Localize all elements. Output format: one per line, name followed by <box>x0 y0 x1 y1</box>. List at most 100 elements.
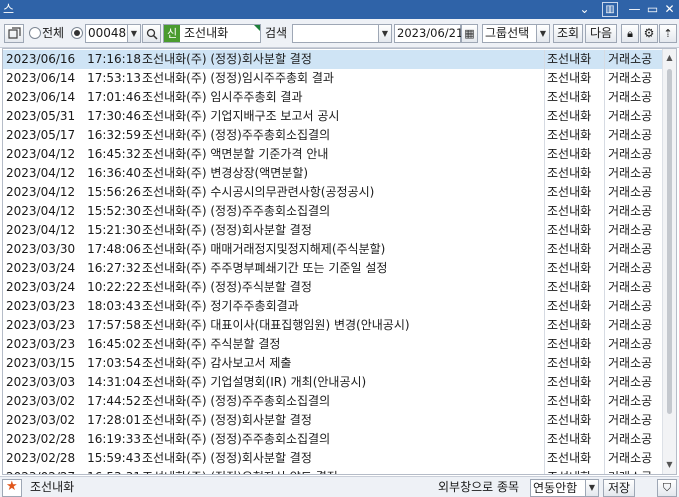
dropdown-icon[interactable]: ⌄ <box>576 1 593 18</box>
link-label: 외부창으로 종목 <box>438 480 520 494</box>
row-market: 거래소공 <box>604 164 664 183</box>
row-time: 17:48:06 <box>87 242 141 256</box>
search-dropdown-icon[interactable]: ▼ <box>378 24 392 43</box>
row-time: 17:44:52 <box>87 394 141 408</box>
list-item[interactable]: 2023/04/12 15:52:30 조선내화(주) (정정)주주총회소집결의 조선… <box>3 202 663 221</box>
calendar-icon[interactable]: ▦ <box>461 24 478 43</box>
row-time: 17:53:13 <box>87 71 141 85</box>
list-item[interactable]: 2023/04/12 15:21:30 조선내화(주) (정정)회사분할 결정 조선내… <box>3 221 663 240</box>
next-button[interactable]: 다음 <box>585 24 617 43</box>
maximize-icon[interactable]: ▭ <box>644 1 661 18</box>
list-item[interactable]: 2023/02/28 16:19:33 조선내화(주) (정정)주주총회소집결의 조선… <box>3 430 663 449</box>
row-title: 조선내화(주) (정정)주식분할 결정 <box>142 280 312 294</box>
row-title: 조선내화(주) 기업설명회(IR) 개최(안내공시) <box>142 375 367 389</box>
scroll-thumb[interactable] <box>667 69 672 414</box>
title-bar: 스 ⌄ ▥ — ▭ ✕ <box>0 0 679 19</box>
row-title: 조선내화(주) 액면분할 기준가격 안내 <box>142 147 329 161</box>
list-item[interactable]: 2023/03/02 17:28:01 조선내화(주) (정정)회사분할 결정 조선내… <box>3 411 663 430</box>
row-stock-name: 조선내화 <box>544 335 604 354</box>
row-date: 2023/05/31 <box>6 109 76 123</box>
radio-all[interactable] <box>29 27 41 39</box>
radio-code[interactable] <box>71 27 83 39</box>
row-date: 2023/03/23 <box>6 337 76 351</box>
row-title: 조선내화(주) 매매거래정지및정지해제(주식분할) <box>142 242 386 256</box>
row-stock-name: 조선내화 <box>544 278 604 297</box>
list-item[interactable]: 2023/03/23 18:03:43 조선내화(주) 정기주주총회결과 조선내화 거래… <box>3 297 663 316</box>
list-item[interactable]: 2023/03/03 14:31:04 조선내화(주) 기업설명회(IR) 개최(안… <box>3 373 663 392</box>
list-item[interactable]: 2023/06/16 17:16:18 조선내화(주) (정정)회사분할 결정 조선내… <box>3 50 663 69</box>
list-item[interactable]: 2023/03/23 16:45:02 조선내화(주) 주식분할 결정 조선내화 거래소… <box>3 335 663 354</box>
row-date: 2023/04/12 <box>6 185 76 199</box>
row-time: 15:56:26 <box>87 185 141 199</box>
row-date: 2023/03/24 <box>6 261 76 275</box>
row-time: 17:30:46 <box>87 109 141 123</box>
link-select[interactable]: 연동안함 <box>530 479 586 497</box>
list-item[interactable]: 2023/03/23 17:57:58 조선내화(주) 대표이사(대표집행임원) 변… <box>3 316 663 335</box>
list-item[interactable]: 2023/05/31 17:30:46 조선내화(주) 기업지배구조 보고서 공시 조… <box>3 107 663 126</box>
row-date: 2023/06/16 <box>6 52 76 66</box>
row-stock-name: 조선내화 <box>544 297 604 316</box>
row-title: 조선내화(주) (정정)주주총회소집결의 <box>142 432 331 446</box>
scroll-up-icon[interactable]: ▲ <box>663 51 676 65</box>
list-item[interactable]: 2023/03/15 17:03:54 조선내화(주) 감사보고서 제출 조선내화 거래… <box>3 354 663 373</box>
list-item[interactable]: 2023/06/14 17:53:13 조선내화(주) (정정)임시주주총회 결과 조… <box>3 69 663 88</box>
row-time: 16:45:02 <box>87 337 141 351</box>
minimize-icon[interactable]: — <box>626 1 643 18</box>
row-title: 조선내화(주) (정정)회사분할 결정 <box>142 223 312 237</box>
stock-name-field[interactable]: 신 조선내화 <box>163 24 261 43</box>
list-item[interactable]: 2023/02/2716:53:31조선내화(주) (정정)유형자산 양도 결정… <box>3 468 663 474</box>
gear-icon[interactable]: ⚙ <box>640 24 658 43</box>
list-item[interactable]: 2023/04/12 15:56:26 조선내화(주) 수시공시의무관련사항(공정공… <box>3 183 663 202</box>
close-icon[interactable]: ✕ <box>661 1 678 18</box>
row-stock-name: 조선내화 <box>544 126 604 145</box>
lock-icon[interactable]: 🔒︎ <box>621 24 639 43</box>
link-icon[interactable] <box>4 24 24 43</box>
row-title: 조선내화(주) (정정)주주총회소집결의 <box>142 204 331 218</box>
disclosure-list: 2023/06/16 17:16:18 조선내화(주) (정정)회사분할 결정 조선내… <box>2 48 677 475</box>
code-dropdown-icon[interactable]: ▼ <box>127 24 141 43</box>
row-time: 14:31:04 <box>87 375 141 389</box>
list-item[interactable]: 2023/05/17 16:32:59 조선내화(주) (정정)주주총회소집결의 조선… <box>3 126 663 145</box>
list-item[interactable]: 2023/04/12 16:45:32 조선내화(주) 액면분할 기준가격 안내 조선… <box>3 145 663 164</box>
row-title: 조선내화(주) 변경상장(액면분할) <box>142 166 309 180</box>
list-item[interactable]: 2023/03/24 16:27:32 조선내화(주) 주주명부폐쇄기간 또는 기준… <box>3 259 663 278</box>
row-market: 거래소공 <box>604 202 664 221</box>
list-item[interactable]: 2023/03/30 17:48:06 조선내화(주) 매매거래정지및정지해제(주식… <box>3 240 663 259</box>
row-time: 15:21:30 <box>87 223 141 237</box>
vertical-scrollbar[interactable]: ▲ ▼ <box>662 49 676 474</box>
row-date: 2023/03/02 <box>6 413 76 427</box>
link-dropdown-icon[interactable]: ▼ <box>585 479 599 497</box>
row-date: 2023/04/12 <box>6 223 76 237</box>
row-date: 2023/06/14 <box>6 71 76 85</box>
row-stock-name: 조선내화 <box>544 449 604 468</box>
row-stock-name: 조선내화 <box>544 88 604 107</box>
scroll-down-icon[interactable]: ▼ <box>663 458 676 472</box>
group-select[interactable]: 그룹선택 <box>482 24 537 43</box>
list-item[interactable]: 2023/06/14 17:01:46 조선내화(주) 임시주주총회 결과 조선내화 거… <box>3 88 663 107</box>
save-button[interactable]: 저장 <box>603 479 635 497</box>
row-title: 조선내화(주) 주주명부폐쇄기간 또는 기준일 설정 <box>142 261 388 275</box>
row-stock-name: 조선내화 <box>544 468 604 474</box>
row-market: 거래소공 <box>604 259 664 278</box>
group-dropdown-icon[interactable]: ▼ <box>536 24 550 43</box>
search-label: 검색 <box>265 26 288 40</box>
search-icon[interactable] <box>142 24 161 43</box>
filter-icon[interactable]: ⛉ <box>657 479 677 497</box>
list-item[interactable]: 2023/03/24 10:22:22 조선내화(주) (정정)주식분할 결정 조선내… <box>3 278 663 297</box>
list-item[interactable]: 2023/02/28 15:59:43 조선내화(주) (정정)회사분할 결정 조선내… <box>3 449 663 468</box>
list-item[interactable]: 2023/04/12 16:36:40 조선내화(주) 변경상장(액면분할) 조선내화… <box>3 164 663 183</box>
query-button[interactable]: 조회 <box>553 24 583 43</box>
menu-icon[interactable]: ▥ <box>602 2 618 17</box>
search-input[interactable] <box>292 24 379 43</box>
row-date: 2023/04/12 <box>6 166 76 180</box>
stock-code-input[interactable]: 000480 <box>85 24 134 43</box>
row-stock-name: 조선내화 <box>544 145 604 164</box>
corner-mark-icon <box>254 25 260 31</box>
row-stock-name: 조선내화 <box>544 164 604 183</box>
date-input[interactable]: 2023/06/21 <box>394 24 463 43</box>
row-stock-name: 조선내화 <box>544 354 604 373</box>
list-item[interactable]: 2023/03/02 17:44:52 조선내화(주) (정정)주주총회소집결의 조선… <box>3 392 663 411</box>
new-badge: 신 <box>164 25 180 42</box>
favorite-star-icon[interactable] <box>2 479 22 497</box>
pin-icon[interactable]: ⇡ <box>659 24 677 43</box>
